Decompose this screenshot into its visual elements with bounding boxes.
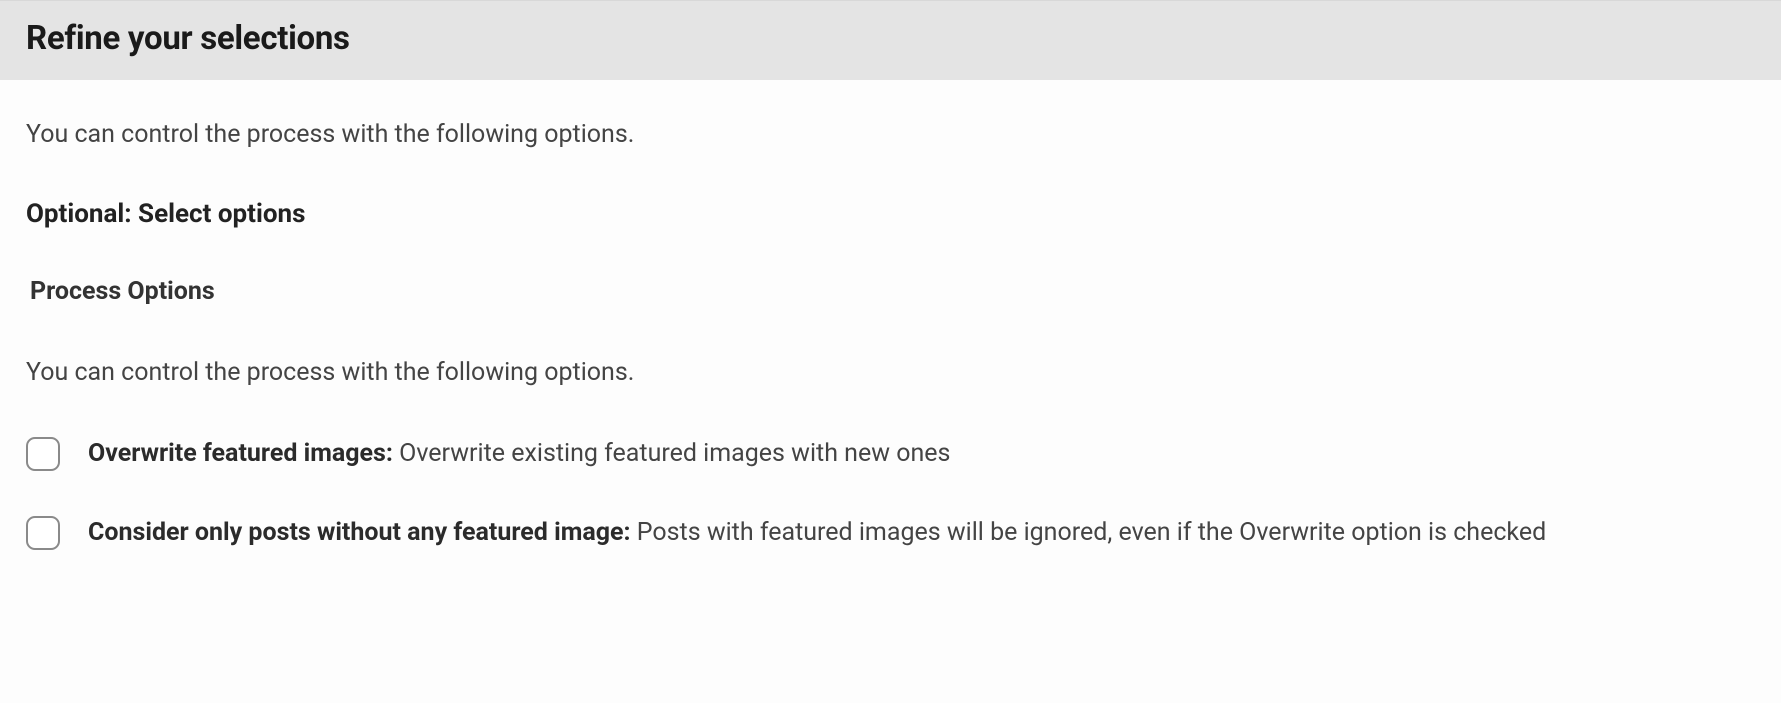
intro-text: You can control the process with the fol… (26, 120, 1755, 149)
content-area: You can control the process with the fol… (0, 80, 1781, 613)
process-options-label: Process Options (30, 277, 1755, 306)
option-label: Consider only posts without any featured… (88, 518, 631, 547)
option-overwrite-featured-images: Overwrite featured images: Overwrite exi… (26, 435, 1755, 474)
option-description: Posts with featured images will be ignor… (631, 518, 1547, 547)
section-header: Refine your selections (0, 0, 1781, 80)
option-text: Consider only posts without any featured… (88, 514, 1546, 553)
option-description: Overwrite existing featured images with … (393, 439, 951, 468)
option-text: Overwrite featured images: Overwrite exi… (88, 435, 950, 474)
checkbox-only-without-featured[interactable] (26, 516, 60, 550)
option-only-posts-without-featured: Consider only posts without any featured… (26, 514, 1755, 553)
section-intro: You can control the process with the fol… (26, 358, 1755, 387)
section-title: Refine your selections (26, 19, 1755, 58)
subheading: Optional: Select options (26, 199, 1755, 229)
option-label: Overwrite featured images: (88, 439, 393, 468)
checkbox-overwrite[interactable] (26, 437, 60, 471)
